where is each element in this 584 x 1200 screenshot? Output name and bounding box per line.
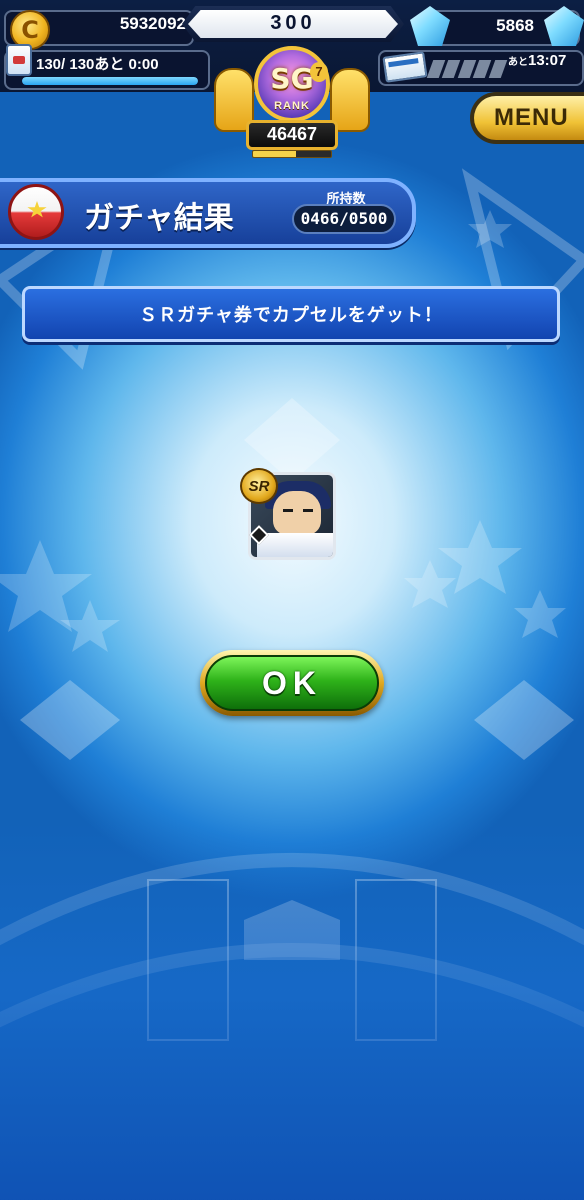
menu-button[interactable]: MENU <box>470 92 584 144</box>
ticket-timer-prefix: あと <box>508 57 528 68</box>
rank-emblem[interactable]: SG 7 RANK 46467 <box>212 40 372 160</box>
stamina-card-icon <box>6 44 32 76</box>
possession-count: 0466/0500 <box>300 209 388 228</box>
result-message: ＳＲガチャ券でカプセルをゲット！ <box>22 286 560 342</box>
rank-score: 46467 <box>266 124 318 144</box>
rarity-badge: SR <box>240 468 278 504</box>
rank-progress-bar <box>252 150 332 158</box>
ok-button[interactable]: OK <box>200 650 384 716</box>
player-uniform-icon <box>257 533 333 557</box>
ok-button-label: OK <box>205 655 379 711</box>
page-title: ガチャ結果 <box>84 201 234 236</box>
ticket-slots <box>426 60 508 78</box>
gem-value: 5868 <box>496 16 534 35</box>
stamina-text: 130/ 130あと 0:00 <box>36 56 159 73</box>
player-eye-icon <box>303 509 313 512</box>
rank-level: 7 <box>310 62 328 82</box>
stamina-bar-fill <box>22 77 198 85</box>
stamina-bar <box>22 77 198 85</box>
rank-label: RANK <box>274 100 310 112</box>
coin-value: 5932092 <box>119 14 186 33</box>
ticket-timer-value: 13:07 <box>528 52 567 69</box>
player-face-icon <box>273 491 321 535</box>
capsule-icon <box>8 184 64 240</box>
center-counter-value: 300 <box>270 12 316 34</box>
ticket-timer: あと13:07 <box>508 52 566 69</box>
rank-progress-fill <box>253 151 296 157</box>
player-eye-icon <box>283 509 293 512</box>
background-shade <box>0 820 584 1200</box>
